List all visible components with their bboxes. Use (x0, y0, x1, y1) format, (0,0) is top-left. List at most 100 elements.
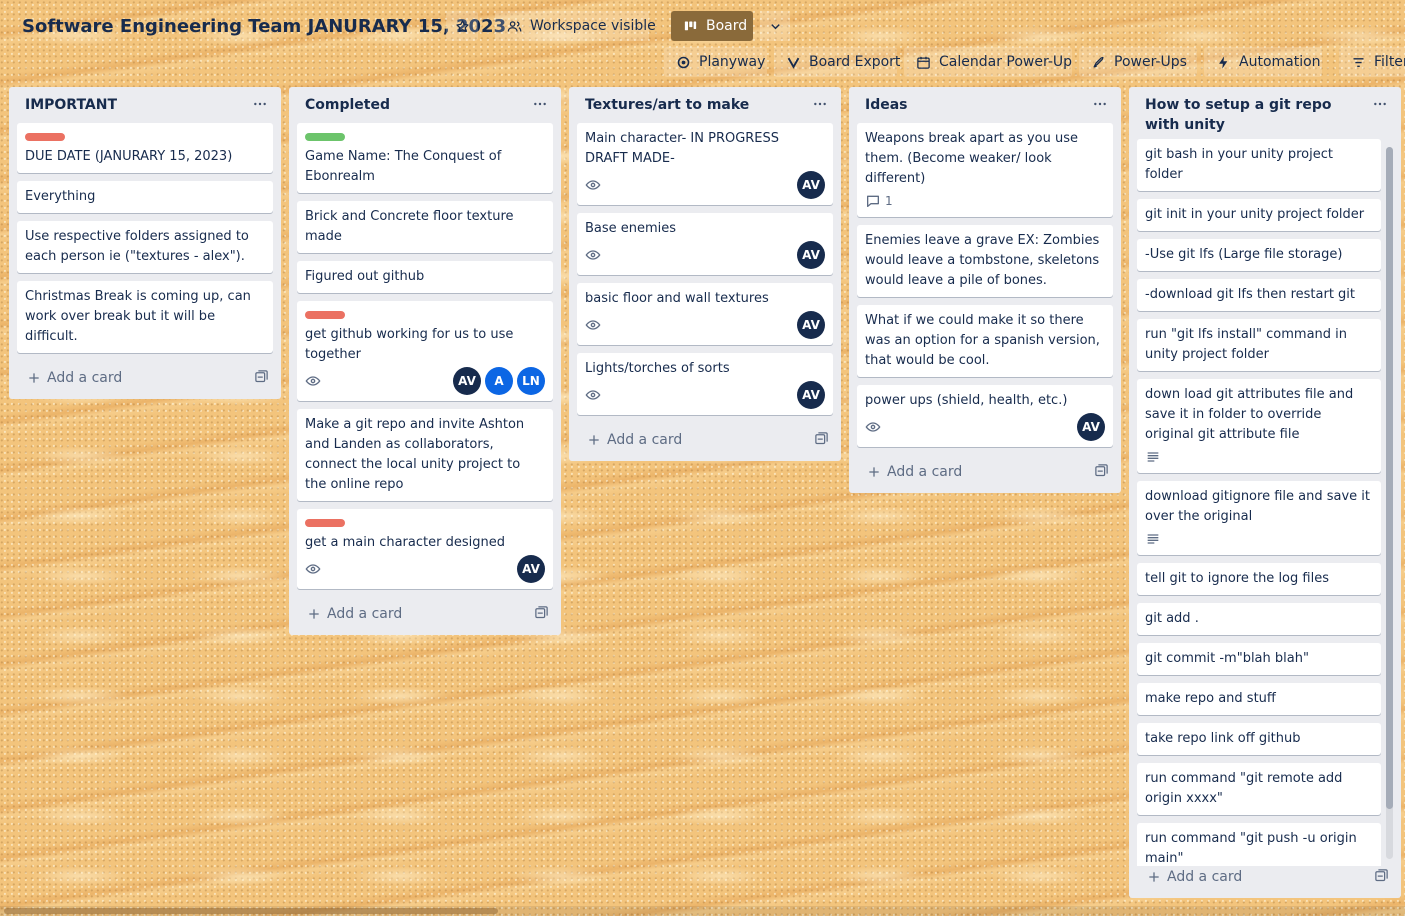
label-red[interactable] (305, 311, 345, 319)
board-horizontal-scrollbar[interactable] (0, 906, 1405, 916)
list-scrollbar-thumb[interactable] (1386, 147, 1393, 809)
card[interactable]: git bash in your unity project folder (1137, 139, 1381, 191)
avatar[interactable]: AV (517, 555, 545, 583)
label-red[interactable] (305, 519, 345, 527)
add-card-row: Add a card (1129, 860, 1401, 898)
list-scrollbar[interactable] (1386, 147, 1393, 859)
add-card-button[interactable]: Add a card (27, 370, 122, 386)
add-card-label: Add a card (607, 432, 683, 448)
label-green[interactable] (305, 133, 345, 141)
create-from-template-button[interactable] (814, 431, 829, 450)
automation-button[interactable]: Automation (1204, 47, 1322, 77)
people-icon (507, 20, 522, 32)
avatar[interactable]: AV (453, 367, 481, 395)
card[interactable]: Use respective folders assigned to each … (17, 221, 273, 273)
create-from-template-button[interactable] (1094, 463, 1109, 482)
list-git-setup: How to setup a git repo with unity git b… (1129, 87, 1401, 898)
card[interactable]: git add . (1137, 603, 1381, 635)
card-list: Main character- IN PROGRESS DRAFT MADE- … (569, 123, 841, 415)
create-from-template-button[interactable] (534, 605, 549, 624)
avatar[interactable]: AV (797, 171, 825, 199)
card-title: Weapons break apart as you use them. (Be… (865, 131, 1079, 186)
card[interactable]: Christmas Break is coming up, can work o… (17, 281, 273, 353)
description-icon (1147, 452, 1159, 462)
card[interactable]: Make a git repo and invite Ashton and La… (297, 409, 553, 501)
add-card-button[interactable]: Add a card (587, 432, 682, 448)
avatar[interactable]: AV (797, 241, 825, 269)
workspace-visible-button[interactable]: Workspace visible (495, 11, 656, 41)
more-icon (1374, 102, 1386, 106)
star-button[interactable] (446, 11, 478, 41)
view-switcher-button[interactable] (760, 11, 790, 41)
card[interactable]: Everything (17, 181, 273, 213)
planyway-button[interactable]: Planyway (664, 47, 767, 77)
template-icon (255, 369, 268, 382)
card[interactable]: Enemies leave a grave EX: Zombies would … (857, 225, 1113, 297)
card[interactable]: down load git attributes file and save i… (1137, 379, 1381, 473)
list-title[interactable]: Completed (305, 95, 521, 115)
list-menu-button[interactable] (809, 93, 831, 115)
add-card-button[interactable]: Add a card (307, 606, 402, 622)
filter-icon (1353, 57, 1364, 67)
card[interactable]: Brick and Concrete floor texture made (297, 201, 553, 253)
card[interactable]: -Use git lfs (Large file storage) (1137, 239, 1381, 271)
filter-button[interactable]: Filter (1339, 47, 1405, 77)
comments-badge: 1 (865, 193, 893, 209)
power-ups-button[interactable]: Power-Ups (1079, 47, 1197, 77)
card[interactable]: git commit -m"blah blah" (1137, 643, 1381, 675)
eye-icon (585, 250, 601, 260)
card-badges (1145, 529, 1373, 549)
card[interactable]: Weapons break apart as you use them. (Be… (857, 123, 1113, 217)
card[interactable]: download gitignore file and save it over… (1137, 481, 1381, 555)
card[interactable]: get a main character designed AV (297, 509, 553, 589)
list-title[interactable]: Ideas (865, 95, 1081, 115)
list-header: Completed (289, 87, 561, 123)
card-list[interactable]: git bash in your unity project folder gi… (1129, 139, 1401, 866)
card-members: AV (797, 171, 825, 199)
avatar[interactable]: AV (797, 311, 825, 339)
card-title: get a main character designed (305, 535, 505, 550)
list-title[interactable]: Textures/art to make (585, 95, 801, 115)
card[interactable]: run "git lfs install" command in unity p… (1137, 319, 1381, 371)
list-menu-button[interactable] (249, 93, 271, 115)
board-title[interactable]: Software Engineering Team JANURARY 15, 2… (22, 16, 506, 37)
list-menu-button[interactable] (1089, 93, 1111, 115)
label-red[interactable] (25, 133, 65, 141)
card[interactable]: power ups (shield, health, etc.) AV (857, 385, 1113, 447)
card[interactable]: take repo link off github (1137, 723, 1381, 755)
card[interactable]: What if we could make it so there was an… (857, 305, 1113, 377)
list-title[interactable]: IMPORTANT (25, 95, 241, 115)
board-view-button[interactable]: Board (671, 11, 753, 41)
card[interactable]: basic floor and wall textures AV (577, 283, 833, 345)
card[interactable]: Game Name: The Conquest of Ebonrealm (297, 123, 553, 193)
card[interactable]: Main character- IN PROGRESS DRAFT MADE- … (577, 123, 833, 205)
board-scrollbar-thumb[interactable] (4, 908, 498, 914)
card[interactable]: -download git lfs then restart git (1137, 279, 1381, 311)
list-menu-button[interactable] (529, 93, 551, 115)
list-menu-button[interactable] (1369, 93, 1391, 115)
avatar[interactable]: A (485, 367, 513, 395)
more-icon (1094, 102, 1106, 106)
add-card-button[interactable]: Add a card (867, 464, 962, 480)
list-title[interactable]: How to setup a git repo with unity (1145, 95, 1361, 135)
card-members: AV (1077, 413, 1105, 441)
card[interactable]: tell git to ignore the log files (1137, 563, 1381, 595)
create-from-template-button[interactable] (254, 369, 269, 388)
avatar[interactable]: AV (797, 381, 825, 409)
create-from-template-button[interactable] (1374, 868, 1389, 887)
avatar[interactable]: LN (517, 367, 545, 395)
add-card-button[interactable]: Add a card (1147, 869, 1242, 885)
board-export-button[interactable]: Board Export (774, 47, 900, 77)
card[interactable]: get github working for us to use togethe… (297, 301, 553, 401)
star-icon (455, 19, 469, 32)
card[interactable]: make repo and stuff (1137, 683, 1381, 715)
card[interactable]: Lights/torches of sorts AV (577, 353, 833, 415)
card[interactable]: Figured out github (297, 261, 553, 293)
card-title: What if we could make it so there was an… (865, 313, 1100, 368)
card[interactable]: Base enemies AV (577, 213, 833, 275)
avatar[interactable]: AV (1077, 413, 1105, 441)
card[interactable]: DUE DATE (JANURARY 15, 2023) (17, 123, 273, 173)
card[interactable]: run command "git remote add origin xxxx" (1137, 763, 1381, 815)
calendar-powerup-button[interactable]: Calendar Power-Up (904, 47, 1072, 77)
card[interactable]: git init in your unity project folder (1137, 199, 1381, 231)
